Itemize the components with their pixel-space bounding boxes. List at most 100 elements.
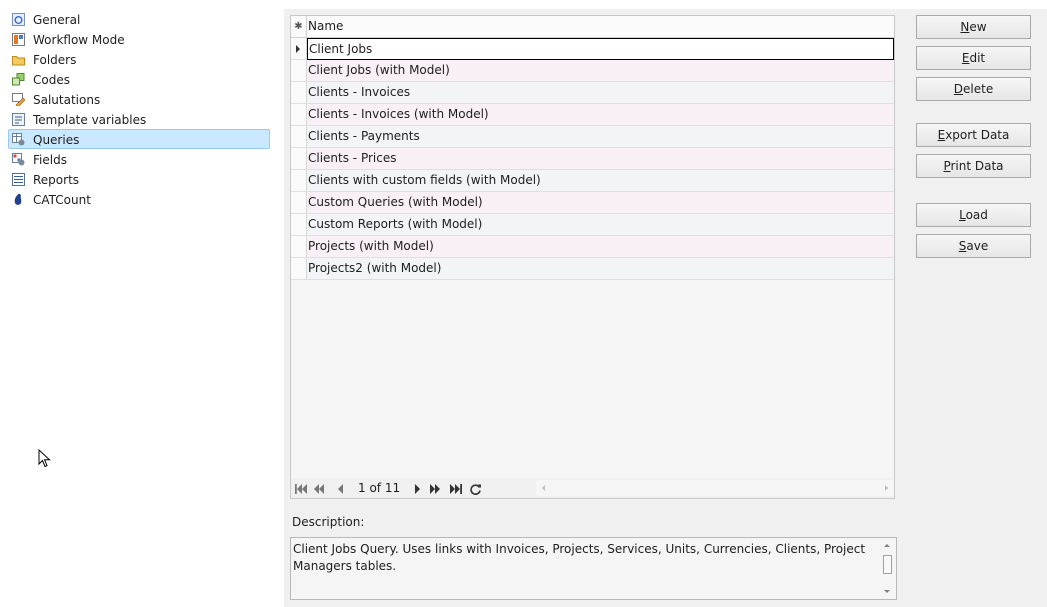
last-page-icon[interactable]	[449, 483, 463, 495]
row-indicator	[291, 60, 307, 81]
scroll-up-icon[interactable]	[884, 544, 890, 547]
table-row[interactable]: Clients - Invoices (with Model)	[291, 104, 894, 126]
grid-header: ✱ Name	[291, 16, 894, 38]
nav-label: Template variables	[33, 113, 147, 127]
next-page-icon[interactable]	[429, 483, 443, 495]
catcount-icon	[12, 193, 25, 206]
current-row-arrow-icon	[296, 45, 300, 53]
nav-label: Codes	[33, 73, 70, 87]
table-row[interactable]: Clients - Prices	[291, 148, 894, 170]
nav-item-fields[interactable]: Fields	[8, 149, 270, 169]
row-indicator	[291, 214, 307, 235]
table-row[interactable]: Custom Reports (with Model)	[291, 214, 894, 236]
scroll-thumb[interactable]	[883, 555, 892, 574]
row-indicator	[291, 192, 307, 213]
next-record-icon[interactable]	[411, 483, 425, 495]
name-cell[interactable]: Clients with custom fields (with Model)	[308, 170, 541, 191]
name-cell[interactable]: Projects (with Model)	[308, 236, 434, 257]
queries-panel: ✱ Name Client Jobs Client Jobs (with Mod…	[284, 9, 1047, 607]
mouse-cursor-icon	[38, 448, 51, 471]
nav-label: Salutations	[33, 93, 101, 107]
scroll-left-icon[interactable]	[542, 485, 545, 491]
fields-icon	[12, 153, 25, 166]
record-counter: 1 of 11	[358, 481, 401, 495]
previous-record-icon[interactable]	[335, 483, 349, 495]
folder-icon	[12, 53, 25, 66]
nav-item-workflow-mode[interactable]: Workflow Mode	[8, 29, 270, 49]
refresh-icon[interactable]	[469, 483, 483, 495]
scroll-right-icon[interactable]	[885, 485, 888, 491]
nav-label: General	[33, 13, 81, 27]
vertical-scrollbar[interactable]	[879, 538, 896, 599]
table-row[interactable]: Client Jobs (with Model)	[291, 60, 894, 82]
button-label: ew	[969, 20, 987, 34]
nav-label: Workflow Mode	[33, 33, 125, 47]
salutations-icon	[12, 93, 25, 106]
grid-rows: Client Jobs Client Jobs (with Model) Cli…	[291, 38, 894, 280]
button-label: ave	[966, 239, 989, 253]
nav-label: Queries	[33, 133, 80, 147]
general-icon	[12, 13, 25, 26]
row-indicator	[291, 236, 307, 257]
save-button[interactable]: Save	[916, 234, 1031, 258]
name-cell[interactable]: Custom Reports (with Model)	[308, 214, 482, 235]
load-button[interactable]: Load	[916, 203, 1031, 227]
description-textarea[interactable]: Client Jobs Query. Uses links with Invoi…	[290, 537, 897, 600]
table-row[interactable]: Clients - Invoices	[291, 82, 894, 104]
workflow-icon	[12, 33, 25, 46]
queries-icon	[12, 133, 25, 146]
table-row[interactable]: Clients with custom fields (with Model)	[291, 170, 894, 192]
button-label: xport Data	[945, 128, 1010, 142]
name-cell[interactable]: Clients - Payments	[308, 126, 420, 147]
print-data-button[interactable]: Print Data	[916, 154, 1031, 178]
row-indicator	[291, 104, 307, 125]
reports-icon	[12, 173, 25, 186]
table-row[interactable]: Client Jobs	[291, 38, 894, 60]
name-cell[interactable]: Custom Queries (with Model)	[308, 192, 483, 213]
name-cell[interactable]: Projects2 (with Model)	[308, 258, 441, 279]
nav-item-reports[interactable]: Reports	[8, 169, 270, 189]
name-cell[interactable]: Client Jobs	[307, 38, 894, 60]
table-row[interactable]: Projects2 (with Model)	[291, 258, 894, 280]
nav-label: Folders	[33, 53, 77, 67]
button-label: dit	[969, 51, 986, 65]
nav-item-general[interactable]: General	[8, 9, 270, 29]
name-cell[interactable]: Clients - Invoices (with Model)	[308, 104, 489, 125]
nav-label: Reports	[33, 173, 80, 187]
edit-button[interactable]: Edit	[916, 46, 1031, 70]
new-button[interactable]: New	[916, 15, 1031, 39]
row-indicator	[291, 82, 307, 103]
codes-icon	[12, 73, 25, 86]
description-label: Description:	[292, 515, 365, 529]
first-page-icon[interactable]	[294, 483, 308, 495]
column-header-name[interactable]: Name	[308, 16, 343, 37]
settings-tree: General Workflow Mode Folders Codes Salu…	[8, 9, 270, 209]
row-indicator	[291, 38, 307, 59]
nav-item-salutations[interactable]: Salutations	[8, 89, 270, 109]
previous-page-icon[interactable]	[313, 483, 327, 495]
row-indicator	[291, 148, 307, 169]
row-indicator	[291, 126, 307, 147]
horizontal-scrollbar[interactable]	[536, 480, 894, 496]
nav-label: Fields	[33, 153, 67, 167]
button-label: elete	[963, 82, 994, 96]
nav-item-catcount[interactable]: CATCount	[8, 189, 270, 209]
button-label: rint Data	[950, 159, 1004, 173]
nav-item-template-variables[interactable]: Template variables	[8, 109, 270, 129]
name-cell[interactable]: Clients - Invoices	[308, 82, 410, 103]
table-row[interactable]: Projects (with Model)	[291, 236, 894, 258]
name-cell[interactable]: Client Jobs (with Model)	[308, 60, 450, 81]
name-cell[interactable]: Clients - Prices	[308, 148, 396, 169]
description-text: Client Jobs Query. Uses links with Invoi…	[293, 542, 866, 573]
nav-label: CATCount	[33, 193, 91, 207]
nav-item-folders[interactable]: Folders	[8, 49, 270, 69]
template-icon	[12, 113, 25, 126]
export-data-button[interactable]: Export Data	[916, 123, 1031, 147]
nav-item-queries[interactable]: Queries	[8, 129, 270, 149]
row-indicator	[291, 170, 307, 191]
delete-button[interactable]: Delete	[916, 77, 1031, 101]
nav-item-codes[interactable]: Codes	[8, 69, 270, 89]
scroll-down-icon[interactable]	[884, 590, 890, 593]
table-row[interactable]: Clients - Payments	[291, 126, 894, 148]
table-row[interactable]: Custom Queries (with Model)	[291, 192, 894, 214]
